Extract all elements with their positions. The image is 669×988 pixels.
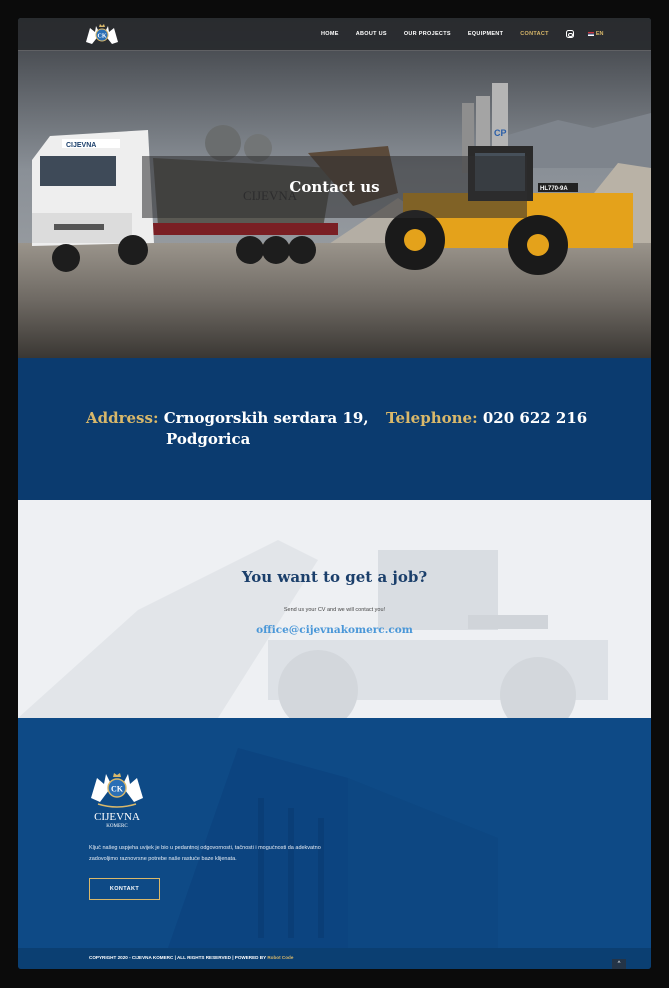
language-switcher[interactable]: EN bbox=[587, 31, 604, 37]
nav-equipment[interactable]: EQUIPMENT bbox=[468, 31, 503, 37]
hero-banner: CP CIJEVNA CIJEVNA bbox=[18, 18, 651, 358]
scroll-to-top-button[interactable]: ^ bbox=[612, 959, 626, 969]
footer-background-photo bbox=[168, 748, 498, 948]
page-title: Contact us bbox=[289, 178, 380, 196]
language-label: EN bbox=[595, 31, 604, 37]
logo-icon[interactable]: CK bbox=[82, 22, 122, 46]
svg-text:CIJEVNA: CIJEVNA bbox=[66, 142, 96, 149]
footer-logo-monogram: CK bbox=[111, 785, 124, 794]
address-line2: Podgorica bbox=[166, 430, 251, 448]
address-line1: Crnogorskih serdara 19, bbox=[163, 409, 369, 427]
job-section: You want to get a job? Send us your CV a… bbox=[18, 500, 651, 718]
nav-about-us[interactable]: ABOUT US bbox=[356, 31, 387, 37]
svg-text:CK: CK bbox=[98, 34, 107, 40]
telephone-label: Telephone: bbox=[386, 409, 478, 427]
telephone-block: Telephone: 020 622 216 bbox=[386, 408, 587, 429]
telephone-value[interactable]: 020 622 216 bbox=[483, 409, 587, 427]
footer-logo-text2: KOMERC bbox=[106, 824, 128, 829]
copyright-text: COPYRIGHT 2020 - CIJEVNA KOMERC | ALL RI… bbox=[89, 955, 293, 960]
kontakt-button[interactable]: KONTAKT bbox=[89, 878, 160, 900]
powered-by-link[interactable]: Robot Code bbox=[267, 955, 293, 960]
nav-home[interactable]: HOME bbox=[321, 31, 339, 37]
copyright-label: COPYRIGHT 2020 - CIJEVNA KOMERC | ALL RI… bbox=[89, 955, 268, 960]
footer-description: Ključ našeg uspjeha uvijek je bio u peda… bbox=[89, 845, 321, 862]
nav-our-projects[interactable]: OUR PROJECTS bbox=[404, 31, 451, 37]
instagram-icon[interactable] bbox=[565, 30, 574, 38]
footer-logo-icon[interactable]: CK CIJEVNA KOMERC bbox=[88, 768, 146, 830]
address-block: Address: Crnogorskih serdara 19, Podgori… bbox=[86, 408, 369, 450]
page-frame: CP CIJEVNA CIJEVNA bbox=[18, 18, 651, 969]
footer: CK CIJEVNA KOMERC Ključ našeg uspjeha uv… bbox=[18, 718, 651, 948]
job-email-link[interactable]: office@cijevnakomerc.com bbox=[18, 624, 651, 636]
top-navigation: CK HOME ABOUT US OUR PROJECTS EQUIPMENT … bbox=[18, 18, 651, 51]
footer-logo-text: CIJEVNA bbox=[94, 811, 140, 823]
hero-title-box: Contact us bbox=[142, 156, 527, 218]
address-label: Address: bbox=[86, 409, 159, 427]
job-title: You want to get a job? bbox=[241, 568, 428, 586]
nav-contact[interactable]: CONTACT bbox=[520, 31, 549, 37]
flag-icon bbox=[587, 32, 594, 36]
svg-text:CP: CP bbox=[494, 128, 507, 138]
nav-links: HOME ABOUT US OUR PROJECTS EQUIPMENT CON… bbox=[321, 18, 603, 50]
copyright-bar: COPYRIGHT 2020 - CIJEVNA KOMERC | ALL RI… bbox=[18, 948, 651, 969]
svg-text:HL770-9A: HL770-9A bbox=[540, 186, 568, 192]
contact-info-band: Address: Crnogorskih serdara 19, Podgori… bbox=[18, 358, 651, 500]
job-subtitle: Send us your CV and we will contact you! bbox=[283, 607, 386, 613]
